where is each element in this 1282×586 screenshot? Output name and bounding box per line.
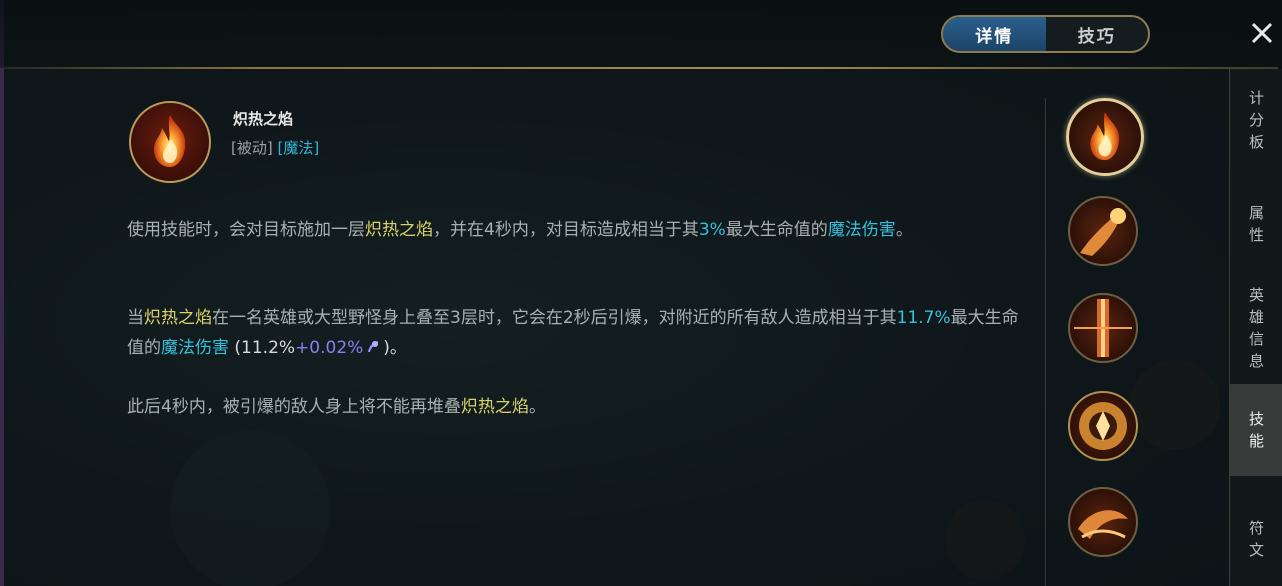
desc-text: ，并在4秒内，对目标造成相当于其 [433,220,699,240]
ability-power-icon [368,341,379,352]
nav-attributes[interactable]: 属 性 [1230,202,1282,246]
keyword-burning-flame: 炽热之焰 [144,308,212,328]
keyword-burning-flame: 炽热之焰 [460,397,529,417]
keyword-magic-damage: 魔法伤害 [827,220,896,240]
passive-skill-icon [129,101,211,183]
close-icon[interactable] [1248,19,1276,47]
nav-skills[interactable]: 技 能 [1230,384,1282,476]
desc-text: 最大生命值的 [725,220,828,240]
fire-pillar-icon [1074,299,1132,357]
desc-text: 。 [895,220,913,240]
fire-shield-icon [1079,402,1127,450]
right-nav: 计 分 板 属 性 英 雄 信 息 技 能 符 文 [1229,69,1282,586]
description-paragraph-1: 使用技能时，会对目标施加一层炽热之焰，并在4秒内，对目标造成相当于其3%最大生命… [127,215,1027,245]
keyword-burning-flame: 炽热之焰 [365,220,433,240]
desc-text: 此后4秒内，被引爆的敌人身上将不能再堆叠 [127,397,461,417]
skill-tags: [被动] [魔法] [231,137,319,158]
fireball-icon [1080,208,1126,256]
ap-ratio: +0.02% [295,338,364,358]
tag-passive: [被动] [231,139,273,157]
skill-column-divider [1045,98,1046,586]
skill-name: 炽热之焰 [233,110,294,128]
tab-details[interactable]: 详情 [943,17,1046,51]
tag-magic: [魔法] [277,139,320,157]
desc-text: 在一名英雄或大型野怪身上叠至3层时，它会在2秒后引爆，对附近的所有敌人造成相当于… [212,308,897,328]
description-paragraph-2: 当炽热之焰在一名英雄或大型野怪身上叠至3层时，它会在2秒后引爆，对附近的所有敌人… [127,303,1027,363]
value-percent: 3% [698,220,726,240]
skill-detail-screen: 详情 技巧 炽热之焰 [被动] [魔法] 使用技能时，会对目标施加一层炽热之焰，… [0,0,1282,586]
skill-slot-r[interactable] [1068,487,1138,557]
tab-tips[interactable]: 技巧 [1046,17,1149,51]
desc-text: 当 [127,308,144,328]
fire-icon [1090,112,1120,161]
description-paragraph-3: 此后4秒内，被引爆的敌人身上将不能再堆叠炽热之焰。 [127,392,1027,422]
nav-scoreboard[interactable]: 计 分 板 [1230,87,1282,153]
skill-slot-e[interactable] [1068,391,1138,461]
desc-text: (11.2% [229,338,296,358]
desc-text: 。 [528,397,546,417]
nav-hero-info[interactable]: 英 雄 信 息 [1230,284,1282,372]
nav-runes[interactable]: 符 文 [1230,517,1282,561]
fire-swirl-icon [1078,510,1128,539]
skill-slot-q[interactable] [1068,196,1138,266]
value-percent: 11.7% [896,308,951,328]
tab-bar: 详情 技巧 [941,15,1150,53]
skill-slot-w[interactable] [1068,293,1138,363]
desc-text: 使用技能时，会对目标施加一层 [127,220,365,240]
fire-icon [154,115,186,167]
skill-slot-passive[interactable] [1066,98,1144,176]
keyword-magic-damage: 魔法伤害 [161,338,229,358]
desc-text: )。 [383,338,407,358]
